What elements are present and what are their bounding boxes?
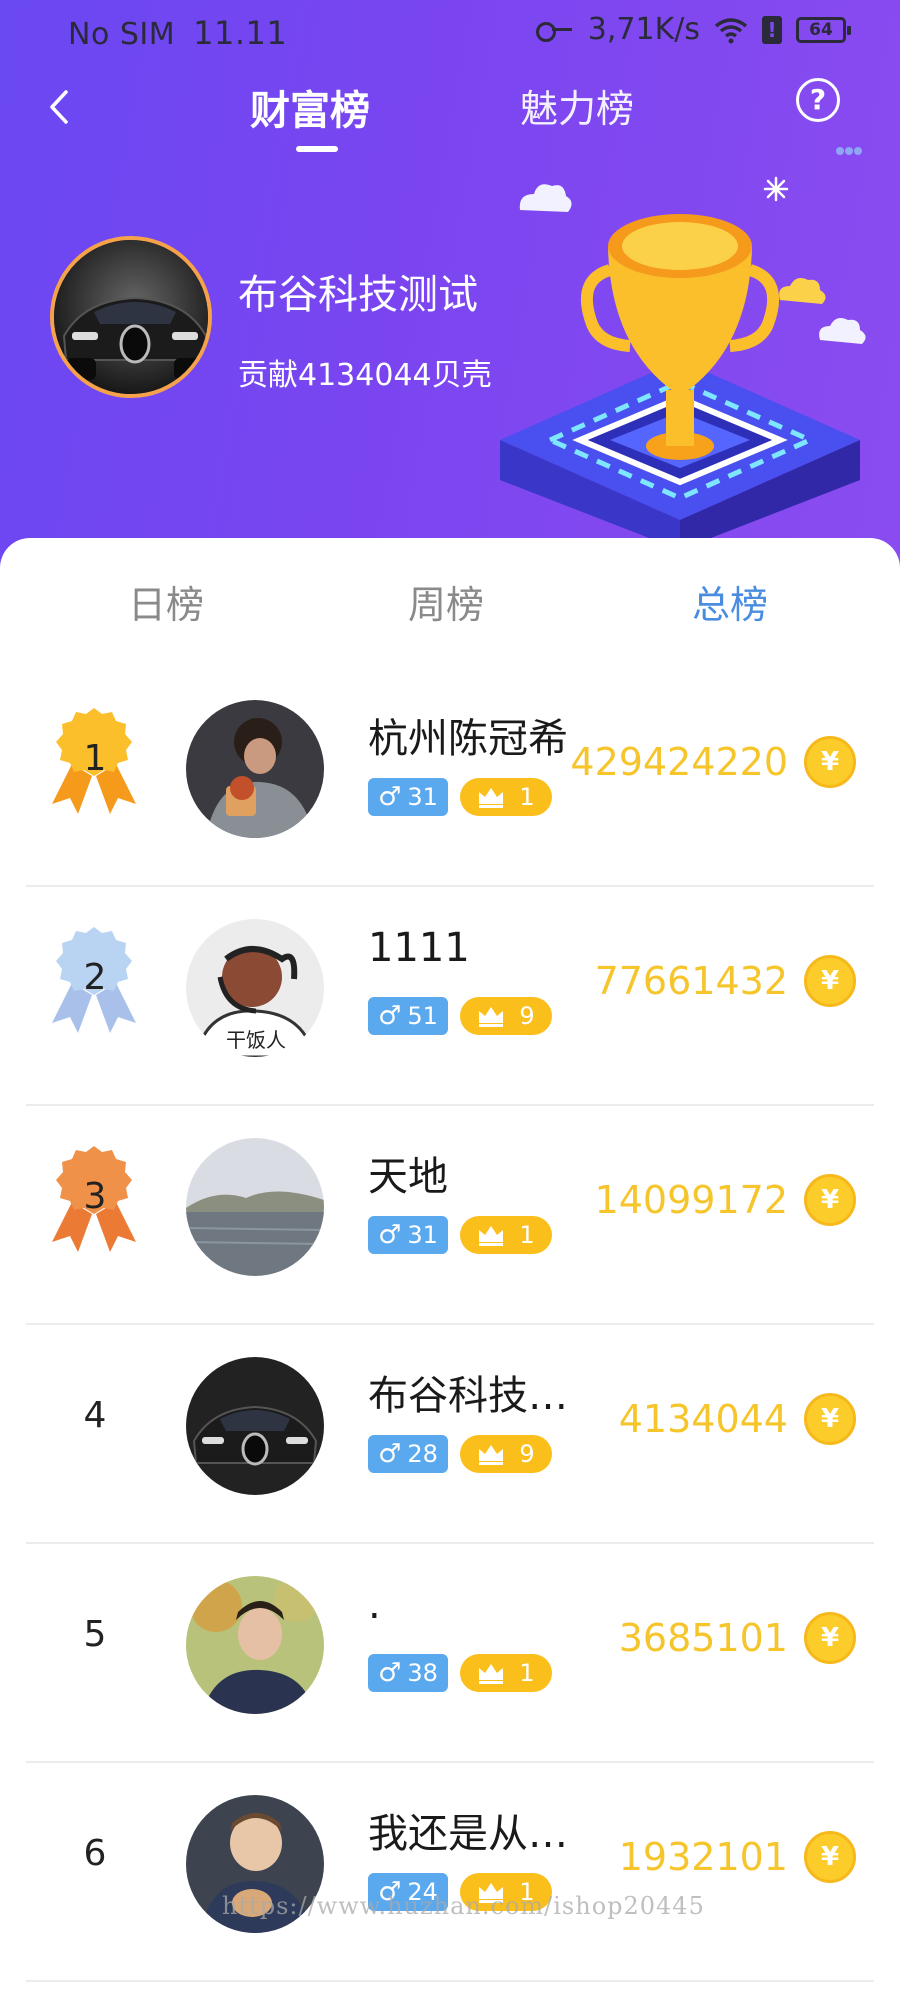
carrier-label: No SIM bbox=[68, 17, 176, 52]
male-icon: ♂ bbox=[378, 782, 402, 812]
male-icon: ♂ bbox=[378, 1001, 402, 1031]
level-value: 9 bbox=[519, 1002, 535, 1030]
rank-row-3[interactable]: 3 天地 ♂ 31 1 14099172 ¥ bbox=[0, 1106, 900, 1325]
level-badge: 1 bbox=[460, 1216, 552, 1254]
rank-row-2[interactable]: 2 干饭人 1111 ♂ 51 9 77661432 ¥ bbox=[0, 887, 900, 1106]
trophy-illustration bbox=[500, 176, 866, 550]
top-user-contribution: 贡献4134044贝壳 bbox=[238, 358, 492, 393]
coin-icon: ¥ bbox=[804, 955, 856, 1007]
score-value: 77661432 bbox=[594, 959, 788, 1003]
level-value: 9 bbox=[519, 1440, 535, 1468]
age-value: 31 bbox=[407, 1221, 438, 1249]
crown-icon bbox=[479, 788, 504, 808]
user-avatar[interactable] bbox=[186, 1357, 324, 1495]
rank-number: 6 bbox=[83, 1833, 107, 1874]
age-value: 28 bbox=[407, 1440, 438, 1468]
status-bar: No SIM 11.11 3,71K/s ! 64 bbox=[0, 0, 900, 64]
tab-total[interactable]: 总榜 bbox=[692, 574, 768, 629]
vpn-key-icon bbox=[535, 20, 574, 42]
rank-number: 4 bbox=[83, 1395, 107, 1436]
clock-label: 11.11 bbox=[193, 14, 288, 52]
level-value: 1 bbox=[519, 1221, 535, 1249]
top-user-avatar[interactable] bbox=[50, 236, 212, 398]
age-value: 38 bbox=[407, 1659, 438, 1687]
top-user-name: 布谷科技测试 bbox=[238, 272, 478, 318]
active-tab-indicator bbox=[296, 146, 338, 152]
user-name: 杭州陈冠希 bbox=[368, 716, 568, 762]
period-tabs: 日榜 周榜 总榜 bbox=[0, 574, 900, 634]
tab-charm-ranking[interactable]: 魅力榜 bbox=[520, 78, 634, 133]
rank-row-5[interactable]: 5. ♂ 38 1 3685101 ¥ bbox=[0, 1544, 900, 1763]
rank-number: 1 bbox=[83, 738, 107, 779]
level-value: 1 bbox=[519, 1659, 535, 1687]
user-name: 布谷科技… bbox=[368, 1373, 568, 1419]
status-left: No SIM 11.11 bbox=[68, 14, 287, 52]
tab-daily[interactable]: 日榜 bbox=[128, 574, 204, 629]
coin-icon: ¥ bbox=[804, 1393, 856, 1445]
wifi-icon bbox=[714, 17, 748, 43]
ranking-panel: 日榜 周榜 总榜 1 杭州陈冠希 ♂ 31 1 429424220 ¥2 干饭人 1111 ♂ 51… bbox=[0, 538, 900, 2000]
gender-age-badge: ♂ 38 bbox=[368, 1654, 448, 1692]
svg-text:干饭人: 干饭人 bbox=[226, 1028, 286, 1052]
rank-number: 3 bbox=[83, 1176, 107, 1217]
score-value: 429424220 bbox=[570, 740, 788, 784]
user-name: 天地 bbox=[368, 1154, 448, 1200]
score-value: 14099172 bbox=[594, 1178, 788, 1222]
score-value: 1932101 bbox=[618, 1835, 788, 1879]
gender-age-badge: ♂ 28 bbox=[368, 1435, 448, 1473]
level-badge: 1 bbox=[460, 778, 552, 816]
net-speed-label: 3,71K/s bbox=[587, 12, 700, 47]
watermark-text: https://www.huzhan.com/ishop20445 bbox=[222, 1892, 705, 1920]
score-value: 4134044 bbox=[618, 1397, 788, 1441]
level-value: 1 bbox=[519, 783, 535, 811]
user-name: . bbox=[368, 1582, 381, 1628]
rank-number: 2 bbox=[83, 957, 107, 998]
top-nav: 财富榜 魅力榜 ? bbox=[0, 64, 900, 164]
male-icon: ♂ bbox=[378, 1439, 402, 1469]
rank-row-1[interactable]: 1 杭州陈冠希 ♂ 31 1 429424220 ¥ bbox=[0, 668, 900, 887]
age-value: 31 bbox=[407, 783, 438, 811]
rank-number: 5 bbox=[83, 1614, 107, 1655]
crown-icon bbox=[479, 1226, 504, 1246]
rank-row-4[interactable]: 4 布谷科技… ♂ 28 9 4134044 ¥ bbox=[0, 1325, 900, 1544]
coin-icon: ¥ bbox=[804, 1174, 856, 1226]
score-value: 3685101 bbox=[618, 1616, 788, 1660]
user-name: 1111 bbox=[368, 925, 470, 971]
help-icon[interactable]: ? bbox=[796, 78, 840, 122]
crown-icon bbox=[479, 1445, 504, 1465]
level-badge: 1 bbox=[460, 1654, 552, 1692]
coin-icon: ¥ bbox=[804, 1612, 856, 1664]
level-badge: 9 bbox=[460, 997, 552, 1035]
tab-wealth-ranking[interactable]: 财富榜 bbox=[250, 78, 370, 136]
crown-icon bbox=[479, 1007, 504, 1027]
status-right: 3,71K/s ! 64 bbox=[535, 12, 851, 47]
rank-row-6[interactable]: 6 我还是从… ♂ 24 1 1932101 ¥ bbox=[0, 1763, 900, 1982]
coin-icon: ¥ bbox=[804, 736, 856, 788]
gender-age-badge: ♂ 51 bbox=[368, 997, 448, 1035]
male-icon: ♂ bbox=[378, 1658, 402, 1688]
row-divider bbox=[26, 1980, 874, 1982]
user-avatar[interactable] bbox=[186, 1138, 324, 1276]
back-arrow-icon[interactable] bbox=[36, 82, 86, 132]
user-avatar[interactable] bbox=[186, 700, 324, 838]
age-value: 51 bbox=[407, 1002, 438, 1030]
header-banner: No SIM 11.11 3,71K/s ! 64 财富榜 魅力榜 ? 布谷科技… bbox=[0, 0, 900, 580]
male-icon: ♂ bbox=[378, 1220, 402, 1250]
gender-age-badge: ♂ 31 bbox=[368, 1216, 448, 1254]
crown-icon bbox=[479, 1664, 504, 1684]
tab-weekly[interactable]: 周榜 bbox=[408, 574, 484, 629]
alert-icon: ! bbox=[762, 15, 782, 44]
battery-icon: 64 bbox=[796, 16, 851, 43]
user-avatar[interactable] bbox=[186, 1576, 324, 1714]
gender-age-badge: ♂ 31 bbox=[368, 778, 448, 816]
coin-icon: ¥ bbox=[804, 1831, 856, 1883]
level-badge: 9 bbox=[460, 1435, 552, 1473]
user-avatar[interactable]: 干饭人 bbox=[186, 919, 324, 1057]
user-name: 我还是从… bbox=[368, 1811, 568, 1857]
